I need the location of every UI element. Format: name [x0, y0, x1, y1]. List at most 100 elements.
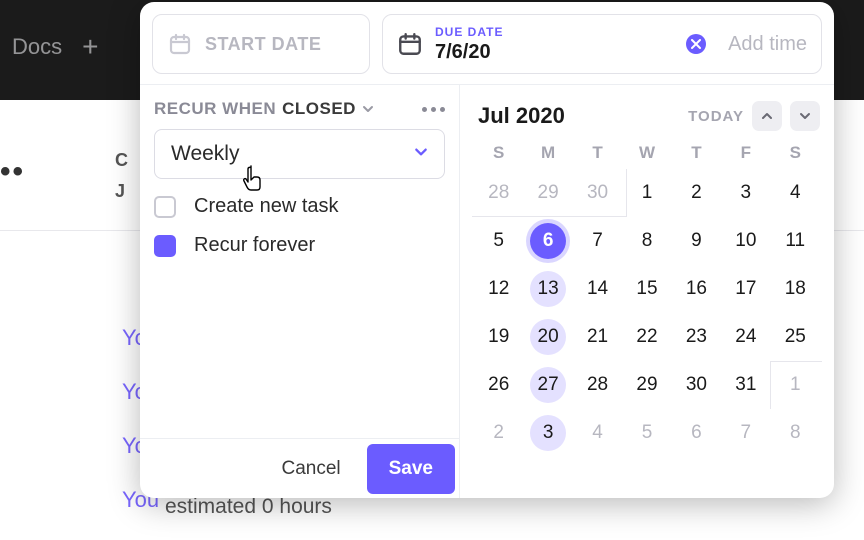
- calendar-day[interactable]: 29: [622, 361, 671, 409]
- calendar-day[interactable]: 14: [573, 265, 622, 313]
- recurrence-options: Create new task Recur forever: [140, 179, 459, 257]
- calendar-day[interactable]: 18: [771, 265, 820, 313]
- calendar-header: Jul 2020 TODAY: [474, 95, 820, 143]
- option-create-new-task[interactable]: Create new task: [154, 195, 445, 218]
- calendar-week-row: 2627282930311: [474, 361, 820, 409]
- dow: S: [474, 143, 523, 163]
- dow: M: [523, 143, 572, 163]
- calendar-day[interactable]: 29: [523, 169, 572, 217]
- calendar-day[interactable]: 19: [474, 313, 523, 361]
- cancel-button[interactable]: Cancel: [263, 448, 358, 490]
- calendar-day[interactable]: 15: [622, 265, 671, 313]
- calendar-day[interactable]: 1: [622, 169, 671, 217]
- due-date-stack: DUE DATE 7/6/20: [435, 25, 674, 64]
- calendar-day[interactable]: 17: [721, 265, 770, 313]
- save-button[interactable]: Save: [367, 444, 455, 494]
- due-date-value: 7/6/20: [435, 41, 674, 64]
- calendar-week-row: 2345678: [474, 409, 820, 457]
- bg-ellipsis[interactable]: ••: [0, 155, 35, 189]
- option-label: Recur forever: [194, 234, 315, 257]
- calendar-day[interactable]: 26: [474, 361, 523, 409]
- calendar-day[interactable]: 3: [523, 409, 572, 457]
- dow: T: [672, 143, 721, 163]
- calendar-day[interactable]: 22: [622, 313, 671, 361]
- start-date-placeholder: START DATE: [205, 34, 321, 55]
- calendar-day[interactable]: 28: [474, 169, 523, 217]
- calendar-day[interactable]: 5: [622, 409, 671, 457]
- option-label: Create new task: [194, 195, 339, 218]
- calendar-pane: Jul 2020 TODAY S M T W T F S: [460, 85, 834, 498]
- calendar-day[interactable]: 5: [474, 217, 523, 265]
- recur-when-value: CLOSED: [282, 99, 356, 119]
- calendar-day[interactable]: 13: [523, 265, 572, 313]
- calendar-icon: [167, 31, 193, 57]
- chevron-up-icon: [761, 110, 773, 122]
- calendar-day[interactable]: 2: [672, 169, 721, 217]
- calendar-day[interactable]: 4: [771, 169, 820, 217]
- modal-footer: Cancel Save: [140, 438, 459, 498]
- calendar-day[interactable]: 7: [721, 409, 770, 457]
- add-time-button[interactable]: Add time: [728, 33, 807, 56]
- calendar-day[interactable]: 25: [771, 313, 820, 361]
- recur-when-label: RECUR WHEN: [154, 99, 276, 119]
- recur-when-dropdown[interactable]: RECUR WHEN CLOSED: [154, 99, 374, 119]
- calendar-dow-row: S M T W T F S: [474, 143, 820, 163]
- dow: T: [573, 143, 622, 163]
- calendar-day[interactable]: 30: [672, 361, 721, 409]
- frequency-select[interactable]: Weekly: [154, 129, 445, 179]
- calendar-day[interactable]: 6: [672, 409, 721, 457]
- calendar-week-row: 12131415161718: [474, 265, 820, 313]
- dow: S: [771, 143, 820, 163]
- prev-month-button[interactable]: [752, 101, 782, 131]
- calendar-day[interactable]: 10: [721, 217, 770, 265]
- calendar-day[interactable]: 8: [622, 217, 671, 265]
- next-month-button[interactable]: [790, 101, 820, 131]
- calendar-day[interactable]: 28: [573, 361, 622, 409]
- today-button[interactable]: TODAY: [688, 108, 744, 125]
- more-options-icon[interactable]: [422, 107, 445, 112]
- checkbox-checked-icon[interactable]: [154, 235, 176, 257]
- frequency-value: Weekly: [171, 142, 239, 166]
- calendar-day[interactable]: 2: [474, 409, 523, 457]
- calendar-week-row: 567891011: [474, 217, 820, 265]
- modal-body: RECUR WHEN CLOSED Weekly Create new task: [140, 84, 834, 498]
- due-date-label: DUE DATE: [435, 25, 674, 39]
- calendar-day[interactable]: 1: [771, 361, 820, 409]
- chevron-down-icon: [362, 103, 374, 115]
- calendar-day[interactable]: 27: [523, 361, 572, 409]
- docs-tab-label: Docs: [12, 34, 62, 60]
- calendar-day[interactable]: 20: [523, 313, 572, 361]
- calendar-day[interactable]: 11: [771, 217, 820, 265]
- date-recurrence-modal: START DATE DUE DATE 7/6/20 Add time RECU…: [140, 2, 834, 498]
- clear-due-date-icon[interactable]: [686, 34, 706, 54]
- calendar-day[interactable]: 7: [573, 217, 622, 265]
- calendar-day[interactable]: 8: [771, 409, 820, 457]
- calendar-day[interactable]: 21: [573, 313, 622, 361]
- chevron-down-icon: [414, 145, 428, 164]
- due-date-field[interactable]: DUE DATE 7/6/20 Add time: [382, 14, 822, 74]
- calendar-day[interactable]: 12: [474, 265, 523, 313]
- start-date-field[interactable]: START DATE: [152, 14, 370, 74]
- calendar-day[interactable]: 16: [672, 265, 721, 313]
- calendar-day[interactable]: 24: [721, 313, 770, 361]
- calendar-day[interactable]: 9: [672, 217, 721, 265]
- checkbox-icon[interactable]: [154, 196, 176, 218]
- calendar-nav: TODAY: [688, 101, 820, 131]
- calendar-week-row: 2829301234: [474, 169, 820, 217]
- recurrence-header: RECUR WHEN CLOSED: [140, 85, 459, 129]
- dow: F: [721, 143, 770, 163]
- date-row: START DATE DUE DATE 7/6/20 Add time: [140, 2, 834, 84]
- calendar-day[interactable]: 4: [573, 409, 622, 457]
- dow: W: [622, 143, 671, 163]
- docs-tab[interactable]: Docs +: [0, 25, 110, 69]
- bg-footline: estimated 0 hours: [165, 495, 332, 519]
- calendar-day[interactable]: 23: [672, 313, 721, 361]
- option-recur-forever[interactable]: Recur forever: [154, 234, 445, 257]
- calendar-month-label: Jul 2020: [478, 103, 565, 129]
- calendar-day[interactable]: 3: [721, 169, 770, 217]
- calendar-day[interactable]: 30: [573, 169, 622, 217]
- calendar-day[interactable]: 6: [523, 217, 572, 265]
- calendar-week-row: 19202122232425: [474, 313, 820, 361]
- calendar-day[interactable]: 31: [721, 361, 770, 409]
- plus-icon[interactable]: +: [82, 31, 98, 63]
